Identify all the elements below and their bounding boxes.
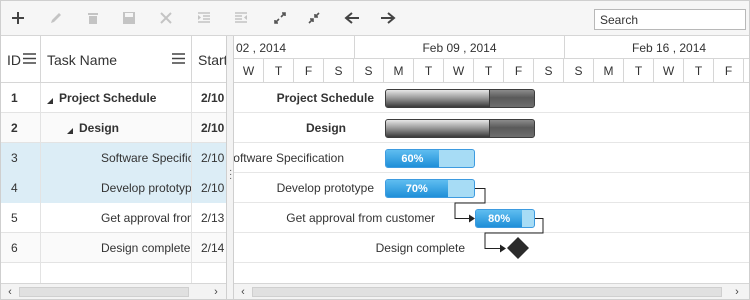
splitter[interactable]: · · · xyxy=(226,36,234,299)
cell-id: 6 xyxy=(1,233,41,263)
scroll-right-icon[interactable]: › xyxy=(209,285,223,299)
day-label: S xyxy=(354,59,384,83)
collapse-all-icon[interactable] xyxy=(303,7,325,29)
scroll-left-icon[interactable]: ‹ xyxy=(236,285,250,299)
cell-id: 2 xyxy=(1,113,41,143)
cell-start-date: 2/10 xyxy=(192,173,226,203)
scroll-right-icon[interactable]: › xyxy=(730,285,744,299)
day-label: M xyxy=(384,59,414,83)
cell-task-name[interactable]: Design xyxy=(41,113,192,143)
scroll-left-icon[interactable]: ‹ xyxy=(3,285,17,299)
table-row[interactable]: 2 Design 2/10 xyxy=(1,113,226,143)
gantt-chart: 02 , 2014 Feb 09 , 2014 Feb 16 , 2014 WT… xyxy=(234,36,749,283)
cell-id: 1 xyxy=(1,83,41,113)
week-label: 02 , 2014 xyxy=(234,36,355,59)
day-label: T xyxy=(414,59,444,83)
save-icon[interactable] xyxy=(118,7,140,29)
day-label: T xyxy=(684,59,714,83)
day-label: W xyxy=(234,59,264,83)
week-label: Feb 09 , 2014 xyxy=(355,36,565,59)
cell-task-name[interactable]: Get approval from customer xyxy=(41,203,192,233)
dependency-connectors xyxy=(454,188,544,259)
day-label: S xyxy=(744,59,749,83)
cell-start-date: 2/13 xyxy=(201,211,225,225)
day-label: S xyxy=(534,59,564,83)
day-label: S xyxy=(564,59,594,83)
indent-icon[interactable] xyxy=(193,7,215,29)
cell-task-name[interactable]: Software Specification xyxy=(41,143,192,173)
cell-id: 5 xyxy=(1,203,41,233)
week-label: Feb 16 , 2014 xyxy=(565,36,749,59)
cell-task-name[interactable]: Design complete xyxy=(41,233,192,263)
column-header-id[interactable]: ID xyxy=(1,36,41,83)
table-row[interactable]: 6 Design complete 2/14 xyxy=(1,233,226,263)
cell-start-date: 2/14 xyxy=(201,241,225,255)
table-row[interactable]: 4 Develop prototype 2/10 xyxy=(1,173,226,203)
chart-horizontal-scrollbar[interactable]: ‹ › xyxy=(234,283,749,299)
cancel-icon[interactable] xyxy=(155,7,177,29)
previous-timespan-icon[interactable] xyxy=(341,7,363,29)
delete-icon[interactable] xyxy=(82,7,104,29)
scroll-thumb[interactable] xyxy=(252,287,722,297)
cell-task-name[interactable]: Develop prototype xyxy=(41,173,192,203)
table-row[interactable]: 3Software Specification2/10 xyxy=(1,143,226,173)
day-label: S xyxy=(324,59,354,83)
column-menu-icon[interactable] xyxy=(23,52,36,65)
dependency-arrow-icon xyxy=(500,244,506,253)
cell-task-name[interactable]: Project Schedule xyxy=(41,83,192,113)
day-label: F xyxy=(294,59,324,83)
column-header-task-name[interactable]: Task Name xyxy=(41,36,192,83)
edit-icon[interactable] xyxy=(45,7,67,29)
column-header-start[interactable]: Start xyxy=(192,36,226,83)
table-row[interactable]: 1 Project Schedule 2/10 xyxy=(1,83,226,113)
table-row[interactable]: 5Get approval from customer 2/13 xyxy=(1,203,226,233)
milestone-diamond[interactable] xyxy=(507,237,529,259)
next-timespan-icon[interactable] xyxy=(377,7,399,29)
outdent-icon[interactable] xyxy=(230,7,252,29)
cell-start-date: 2/10 xyxy=(201,91,225,105)
grid-empty-area xyxy=(1,263,226,283)
expand-toggle-icon[interactable] xyxy=(67,124,74,138)
day-label: T xyxy=(264,59,294,83)
timeline-week-header: 02 , 2014 Feb 09 , 2014 Feb 16 , 2014 xyxy=(234,36,749,59)
day-label: T xyxy=(624,59,654,83)
grid-header: ID Task Name Start xyxy=(1,36,226,83)
dependency-line xyxy=(454,188,486,219)
scroll-thumb[interactable] xyxy=(19,287,189,297)
timeline-day-header: WTFSSMTWTFSSMTWTFS xyxy=(234,59,749,83)
expand-all-icon[interactable] xyxy=(269,7,291,29)
add-icon[interactable] xyxy=(7,7,29,29)
grid-horizontal-scrollbar[interactable]: ‹ › xyxy=(1,283,226,299)
cell-start-date: 2/10 xyxy=(192,143,226,173)
day-label: W xyxy=(444,59,474,83)
day-label: F xyxy=(504,59,534,83)
day-label: F xyxy=(714,59,744,83)
task-grid: ID Task Name Start 1 Project Schedule 2/10… xyxy=(1,36,226,283)
day-label: W xyxy=(654,59,684,83)
chart-area: Project Schedule Design Software Specifica… xyxy=(234,83,749,283)
dependency-arrow-icon xyxy=(469,214,475,223)
day-label: T xyxy=(474,59,504,83)
search-input[interactable] xyxy=(594,9,746,30)
expand-toggle-icon[interactable] xyxy=(47,94,54,108)
day-label: M xyxy=(594,59,624,83)
cell-id: 3 xyxy=(1,143,41,173)
column-menu-icon[interactable] xyxy=(172,52,185,65)
cell-start-date: 2/10 xyxy=(201,121,225,135)
splitter-handle-icon[interactable]: · · · xyxy=(229,166,232,184)
toolbar xyxy=(1,1,749,36)
cell-id: 4 xyxy=(1,173,41,203)
